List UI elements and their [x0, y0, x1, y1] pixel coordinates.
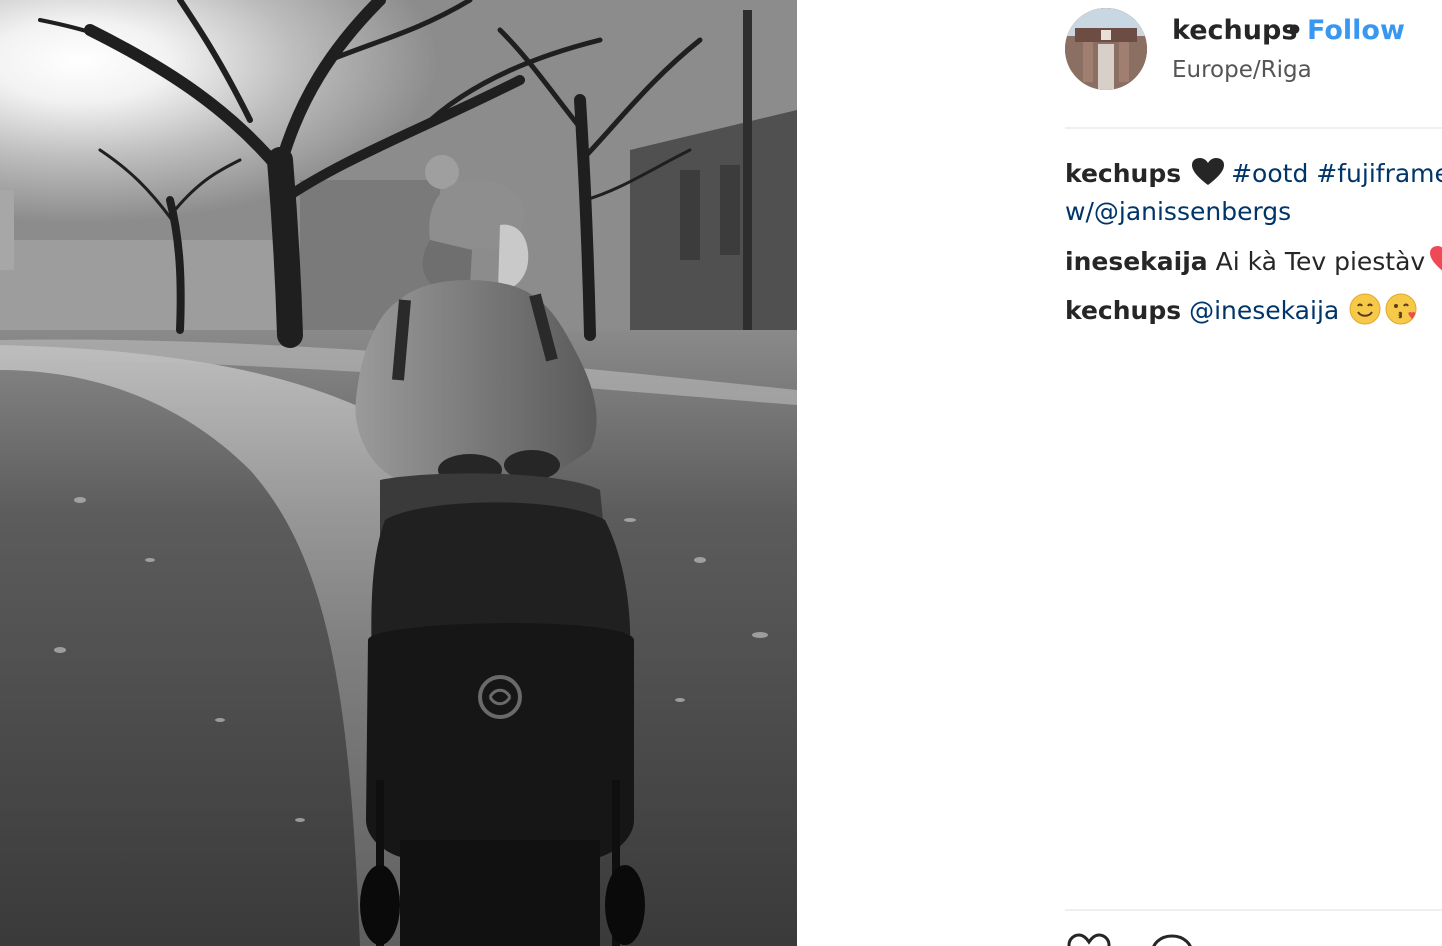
hashtag-ootd[interactable]: #ootd: [1231, 159, 1308, 188]
post-location[interactable]: Europe/Riga: [1172, 55, 1312, 85]
header-divider: [1065, 127, 1442, 129]
post-photo[interactable]: [0, 0, 797, 946]
kissing-face-icon: [1385, 293, 1417, 325]
photo-illustration: [0, 0, 797, 946]
caption-line: kechups #ootd #fujiframe: [1065, 157, 1442, 191]
actions-divider: [1065, 909, 1442, 911]
comment-bubble-icon[interactable]: [1148, 930, 1196, 946]
post-side-panel: [797, 0, 1442, 946]
comment-mention[interactable]: @inesekaija: [1189, 296, 1339, 325]
header-separator: •: [1286, 15, 1304, 46]
avatar-image: [1065, 8, 1147, 90]
hashtag-fujiframe[interactable]: #fujiframe: [1316, 159, 1442, 188]
user-avatar[interactable]: [1065, 8, 1147, 90]
red-heart-icon: [1430, 246, 1442, 271]
comment-item: inesekaija Ai kà Tev piestàv: [1065, 244, 1442, 279]
caption-line-2: w/@janissenbergs: [1065, 195, 1291, 229]
comment-text: Ai kà Tev piestàv: [1215, 247, 1426, 276]
follow-button[interactable]: Follow: [1307, 13, 1405, 49]
instagram-post-page: kechups • Follow Europe/Riga kechups #oot…: [0, 0, 1442, 946]
comment-username[interactable]: kechups: [1065, 296, 1181, 325]
caption-mention-janissenbergs[interactable]: w/@janissenbergs: [1065, 197, 1291, 226]
smiling-face-icon: [1349, 293, 1381, 325]
comment-item: kechups @inesekaija: [1065, 293, 1417, 328]
black-heart-icon: [1192, 158, 1225, 185]
comment-username[interactable]: inesekaija: [1065, 247, 1208, 276]
caption-username[interactable]: kechups: [1065, 159, 1181, 188]
post-username[interactable]: kechups: [1172, 13, 1297, 49]
like-heart-icon[interactable]: [1065, 930, 1113, 946]
